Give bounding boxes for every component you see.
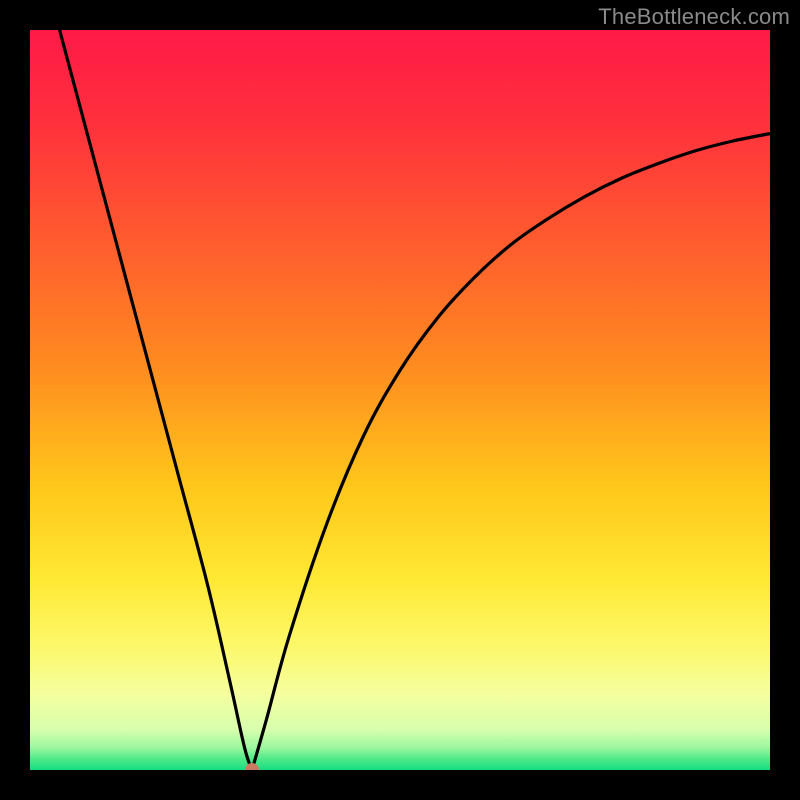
curve-right-branch: [252, 134, 770, 770]
watermark-text: TheBottleneck.com: [598, 4, 790, 30]
minimum-marker: [245, 763, 259, 770]
chart-frame: TheBottleneck.com: [0, 0, 800, 800]
curve-layer: [30, 30, 770, 770]
curve-left-branch: [60, 30, 252, 770]
plot-area: [30, 30, 770, 770]
